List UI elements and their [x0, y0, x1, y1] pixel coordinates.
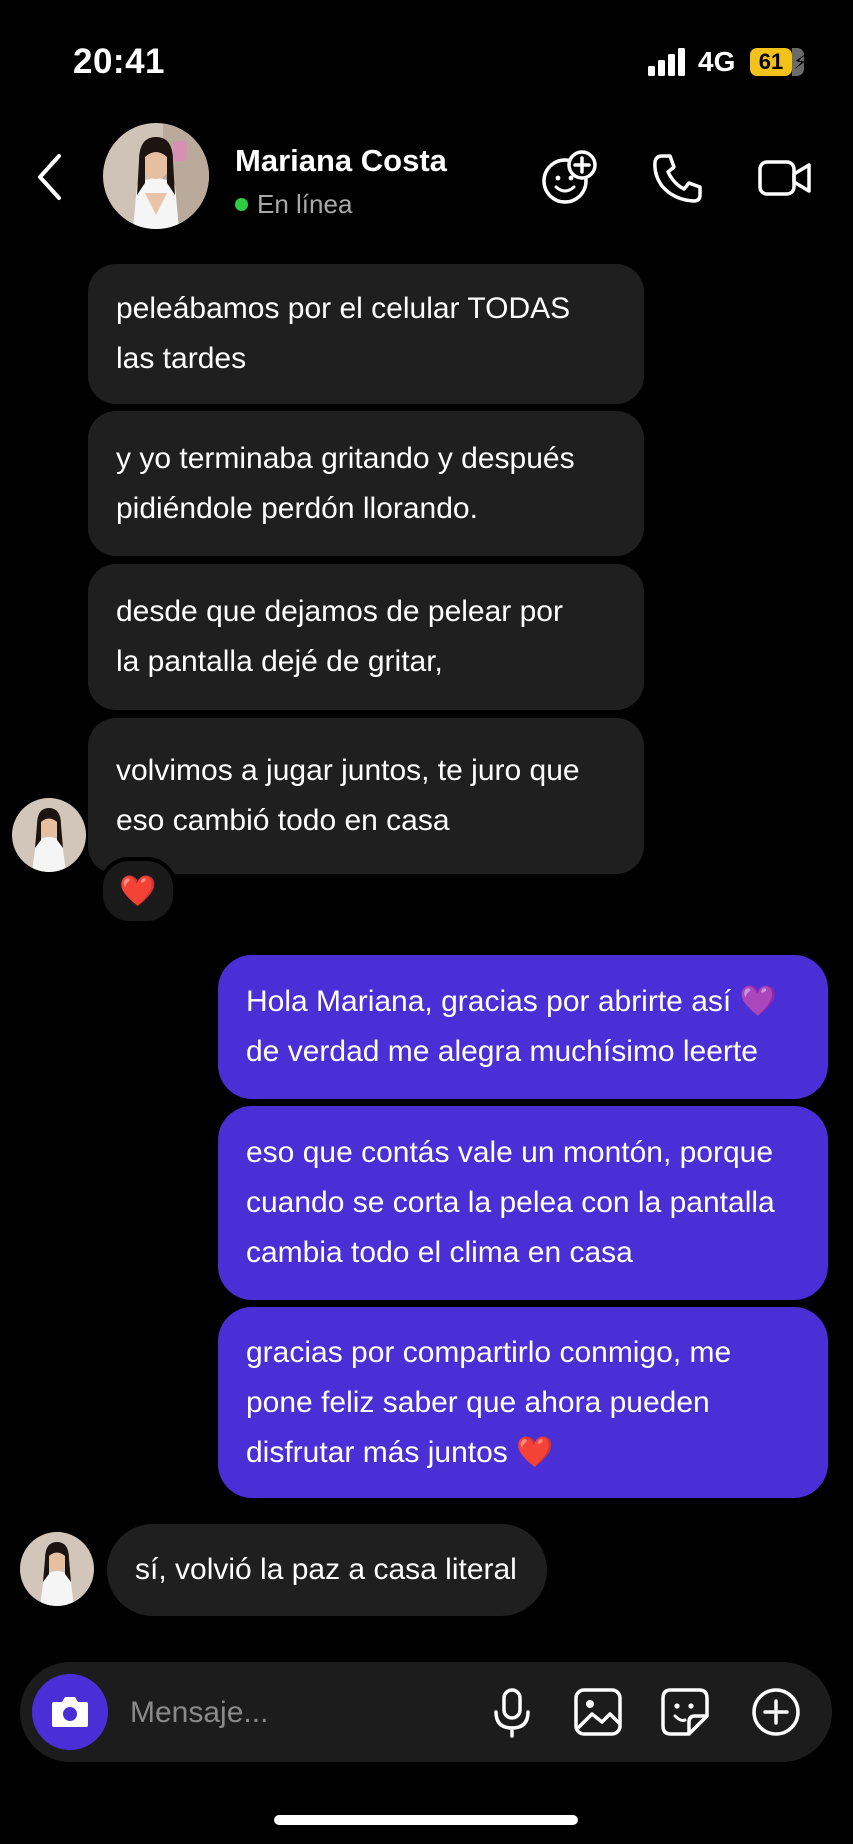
- contact-avatar[interactable]: [103, 123, 209, 229]
- message-text: sí, volvió la paz a casa literal: [135, 1553, 517, 1586]
- sender-avatar[interactable]: [12, 798, 86, 872]
- microphone-icon[interactable]: [482, 1682, 542, 1742]
- message-input[interactable]: [128, 1684, 492, 1742]
- camera-button[interactable]: [32, 1674, 108, 1750]
- message-bubble-incoming[interactable]: sí, volvió la paz a casa literal: [107, 1524, 547, 1616]
- battery-level: 61: [750, 48, 792, 76]
- online-status: En línea: [257, 189, 353, 219]
- message-text: Hola Mariana, gracias por abrirte así 💜 …: [246, 985, 777, 1068]
- message-bubble-outgoing[interactable]: gracias por compartirlo conmigo, me pone…: [218, 1307, 828, 1498]
- phone-icon[interactable]: [648, 148, 708, 208]
- message-text: gracias por compartirlo conmigo, me pone…: [246, 1335, 732, 1469]
- heart-reaction[interactable]: ❤️: [99, 857, 177, 925]
- message-bubble-incoming[interactable]: peleábamos por el celular TODAS las tard…: [88, 264, 644, 404]
- message-text: y yo terminaba gritando y después pidién…: [116, 441, 575, 525]
- message-bubble-incoming[interactable]: volvimos a jugar juntos, te juro que eso…: [88, 718, 644, 874]
- sender-avatar[interactable]: [20, 1532, 94, 1606]
- charging-bolt-icon: ⚡: [793, 52, 808, 74]
- message-text: desde que dejamos de pelear por la panta…: [116, 595, 563, 678]
- status-time: 20:41: [73, 42, 166, 81]
- battery-icon: 61 ⚡: [750, 48, 812, 78]
- message-bubble-incoming[interactable]: desde que dejamos de pelear por la panta…: [88, 564, 644, 710]
- network-type: 4G: [698, 46, 736, 77]
- plus-circle-icon[interactable]: [746, 1682, 806, 1742]
- message-text: eso que contás vale un montón, porque cu…: [246, 1136, 775, 1269]
- online-indicator: [235, 198, 248, 211]
- home-indicator[interactable]: [274, 1815, 578, 1825]
- image-icon[interactable]: [568, 1682, 628, 1742]
- message-text: peleábamos por el celular TODAS las tard…: [116, 292, 571, 375]
- video-camera-icon[interactable]: [755, 148, 815, 208]
- signal-icon: [648, 48, 685, 76]
- message-bubble-outgoing[interactable]: Hola Mariana, gracias por abrirte así 💜 …: [218, 955, 828, 1099]
- add-emoji-icon[interactable]: [540, 148, 600, 208]
- message-composer: [20, 1662, 832, 1762]
- back-chevron-icon[interactable]: [35, 152, 65, 202]
- message-bubble-outgoing[interactable]: eso que contás vale un montón, porque cu…: [218, 1106, 828, 1300]
- contact-name[interactable]: Mariana Costa: [235, 143, 447, 179]
- message-bubble-incoming[interactable]: y yo terminaba gritando y después pidién…: [88, 411, 644, 556]
- camera-icon: [52, 1697, 88, 1727]
- message-text: volvimos a jugar juntos, te juro que eso…: [116, 754, 580, 837]
- sticker-icon[interactable]: [655, 1682, 715, 1742]
